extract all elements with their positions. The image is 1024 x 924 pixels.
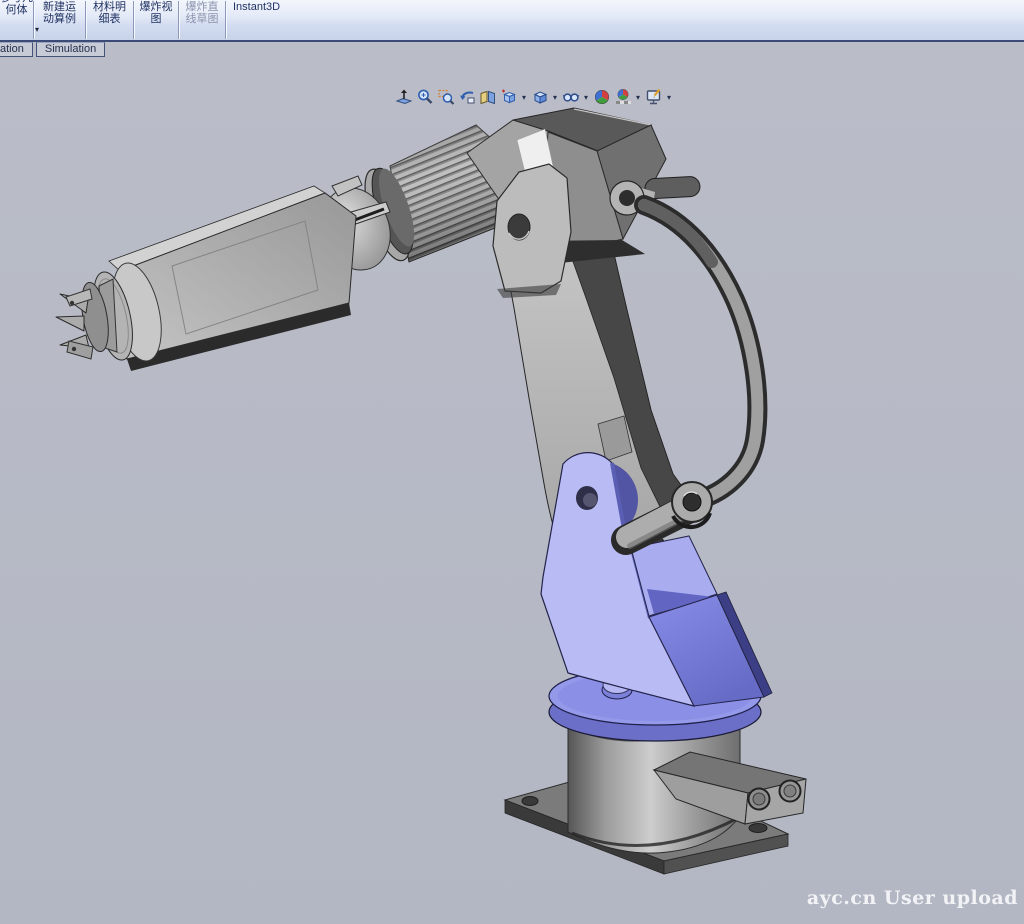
dropdown-caret-icon[interactable]: ▾: [582, 93, 590, 102]
button-label: 动算例: [43, 14, 76, 25]
dropdown-caret-icon[interactable]: ▾: [520, 93, 528, 102]
button-label: 何体: [6, 5, 28, 16]
watermark: ayc.cn User upload: [807, 887, 1018, 909]
new-motion-study-button[interactable]: 新建运 动算例: [34, 0, 85, 40]
command-manager-toolbar: 参考几 何体 新建运 动算例 材料明 细表 爆炸视 图 爆炸直 线草图 Inst…: [0, 0, 1024, 42]
robot-arm-model[interactable]: [0, 42, 1024, 924]
zoom-to-area-icon[interactable]: [436, 88, 455, 107]
button-label: 新建运: [43, 2, 76, 13]
instant3d-button[interactable]: Instant3D: [226, 0, 303, 40]
section-view-icon[interactable]: [478, 88, 497, 107]
dropdown-caret-icon[interactable]: ▾: [551, 93, 559, 102]
gripper[interactable]: [56, 279, 117, 359]
flyout-caret-icon[interactable]: ▾: [35, 25, 39, 34]
dropdown-caret-icon[interactable]: ▾: [634, 93, 642, 102]
view-settings-icon[interactable]: [644, 88, 663, 107]
hide-show-items-icon[interactable]: [561, 88, 580, 107]
forearm[interactable]: [86, 186, 356, 371]
button-label: Instant3D: [233, 2, 280, 13]
bill-of-materials-button[interactable]: 材料明 细表: [86, 0, 133, 40]
gripper-finger: [56, 316, 84, 331]
tab-simulation[interactable]: Simulation: [36, 42, 105, 57]
reference-geometry-button[interactable]: 参考几 何体: [0, 0, 33, 40]
button-label: 细表: [99, 14, 121, 25]
exploded-view-button[interactable]: 爆炸视 图: [134, 0, 178, 40]
tab-left-partial[interactable]: ation: [0, 42, 33, 57]
button-label: 爆炸直: [186, 2, 219, 13]
zoom-to-fit-icon[interactable]: [394, 88, 413, 107]
explode-line-sketch-button[interactable]: 爆炸直 线草图: [179, 0, 225, 40]
button-label: 爆炸视: [140, 2, 173, 13]
button-label: 图: [151, 14, 162, 25]
graphics-viewport[interactable]: ▾ ▾ ▾ ▾: [0, 42, 1024, 924]
view-orientation-icon[interactable]: [499, 88, 518, 107]
solidworks-window: { "glyphs": { "caret": "▾" }, "command_m…: [0, 0, 1024, 924]
apply-scene-icon[interactable]: [613, 88, 632, 107]
display-style-icon[interactable]: [530, 88, 549, 107]
previous-view-icon[interactable]: [457, 88, 476, 107]
dropdown-caret-icon[interactable]: ▾: [665, 93, 673, 102]
zoom-in-out-icon[interactable]: [415, 88, 434, 107]
edit-appearance-icon[interactable]: [592, 88, 611, 107]
command-manager-tabs: ation Simulation: [0, 42, 105, 57]
button-label: 材料明: [93, 2, 126, 13]
headsup-view-toolbar: ▾ ▾ ▾ ▾: [394, 87, 673, 107]
button-label: 线草图: [186, 14, 219, 25]
